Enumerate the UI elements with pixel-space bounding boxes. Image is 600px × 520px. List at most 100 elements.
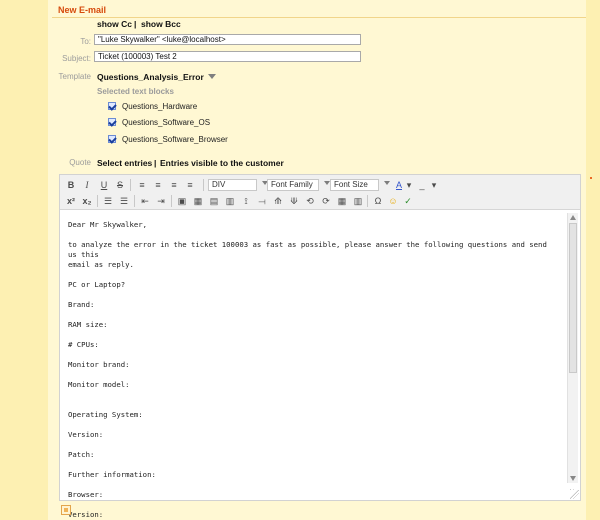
insert-column-icon[interactable]: ⟱ (288, 195, 300, 207)
editor-line: Monitor model: (68, 380, 130, 389)
spellcheck-icon[interactable]: ✓ (402, 195, 414, 207)
delete-column-icon[interactable]: ⟳ (320, 195, 332, 207)
attachment-icon[interactable] (61, 505, 71, 515)
superscript-button[interactable]: x² (66, 195, 76, 207)
checkbox[interactable] (108, 102, 116, 110)
text-block-label: Questions_Software_OS (122, 117, 211, 127)
underline-button[interactable]: U (99, 179, 109, 191)
editor-line: Brand: (68, 300, 95, 309)
table-props-icon[interactable]: ▦ (336, 195, 348, 207)
right-margin (586, 0, 600, 520)
chevron-down-icon[interactable] (208, 74, 216, 79)
bullet-list-icon[interactable]: ☰ (102, 195, 114, 207)
table-icon[interactable]: ▦ (192, 195, 204, 207)
editor-toolbar: B I U S ≡ ≡ ≡ ≡ DIV Font Family Font Siz… (60, 175, 580, 210)
indent-icon[interactable]: ⇥ (155, 195, 167, 207)
editor-line: Version: (68, 510, 104, 519)
editor-line: Monitor brand: (68, 360, 130, 369)
subscript-button[interactable]: x₂ (82, 195, 92, 207)
highlight-color-button[interactable]: _ (416, 179, 428, 191)
font-size-label: Font Size (334, 180, 368, 189)
editor-line: RAM size: (68, 320, 108, 329)
page-title: New E-mail (58, 5, 107, 15)
toolbar-separator (203, 179, 204, 191)
align-center-icon[interactable]: ≡ (152, 179, 164, 191)
align-left-icon[interactable]: ≡ (136, 179, 148, 191)
show-bcc-link[interactable]: show Bcc (141, 19, 181, 29)
quote-separator: | (154, 158, 157, 168)
resize-handle[interactable] (570, 489, 579, 499)
table-row-icon[interactable]: ▤ (208, 195, 220, 207)
text-block-item[interactable]: Questions_Software_OS (108, 116, 210, 128)
entries-visible-link[interactable]: Entries visible to the customer (160, 158, 284, 168)
title-divider (52, 17, 586, 18)
chevron-down-icon[interactable]: ▾ (431, 179, 437, 191)
omega-icon[interactable]: Ω (372, 195, 384, 207)
merge-cell-icon[interactable]: ⟞ (256, 195, 268, 207)
image-icon[interactable]: ▣ (176, 195, 188, 207)
text-block-label: Questions_Software_Browser (122, 134, 228, 144)
font-family-select[interactable]: Font Family (267, 179, 330, 191)
show-cc-link[interactable]: show Cc (97, 19, 132, 29)
chevron-down-icon[interactable]: ▾ (406, 179, 412, 191)
table-column-icon[interactable]: ▥ (224, 195, 236, 207)
text-color-button[interactable]: A (394, 179, 404, 191)
font-size-select[interactable]: Font Size (330, 179, 390, 191)
editor-scrollbar[interactable] (567, 213, 578, 483)
checkbox[interactable] (108, 118, 116, 126)
text-block-label: Questions_Hardware (122, 101, 198, 111)
editor-line: Dear Mr Skywalker, (68, 220, 148, 229)
quote-label: Quote (69, 158, 91, 167)
numbered-list-icon[interactable]: ☰ (118, 195, 130, 207)
editor-line: Browser: (68, 490, 104, 499)
text-block-item[interactable]: Questions_Hardware (108, 100, 197, 112)
toolbar-separator (130, 179, 131, 191)
editor-line: to analyze the error in the ticket 10000… (68, 240, 552, 259)
block-format-select[interactable]: DIV (208, 179, 268, 191)
editor-line: Version: (68, 430, 104, 439)
align-right-icon[interactable]: ≡ (168, 179, 180, 191)
insert-row-icon[interactable]: ⟰ (272, 195, 284, 207)
block-format-label: DIV (212, 180, 226, 189)
to-label: To: (80, 37, 91, 46)
editor-line: email as reply. (68, 260, 134, 269)
template-select[interactable]: Questions_Analysis_Error (97, 72, 204, 82)
editor-line: Patch: (68, 450, 95, 459)
text-block-item[interactable]: Questions_Software_Browser (108, 133, 228, 145)
bold-button[interactable]: B (66, 179, 76, 191)
italic-button[interactable]: I (82, 179, 92, 191)
left-margin (0, 0, 48, 520)
link-separator: | (134, 19, 137, 29)
split-cell-icon[interactable]: ⟟ (240, 195, 252, 207)
editor-line: Operating System: (68, 410, 143, 419)
table-delete-icon[interactable]: ▥ (352, 195, 364, 207)
template-label: Template (58, 72, 91, 81)
strikethrough-button[interactable]: S (115, 179, 125, 191)
rich-text-editor[interactable]: B I U S ≡ ≡ ≡ ≡ DIV Font Family Font Siz… (59, 174, 581, 519)
align-justify-icon[interactable]: ≡ (184, 179, 196, 191)
scroll-up-icon[interactable] (570, 215, 576, 220)
checkbox[interactable] (108, 135, 116, 143)
emoji-icon[interactable]: ☺ (387, 195, 399, 207)
to-field[interactable]: "Luke Skywalker" <luke@localhost> (94, 34, 361, 45)
delete-row-icon[interactable]: ⟲ (304, 195, 316, 207)
select-entries-link[interactable]: Select entries (97, 158, 152, 168)
outdent-icon[interactable]: ⇤ (139, 195, 151, 207)
editor-content[interactable]: Dear Mr Skywalker, to analyze the error … (68, 220, 553, 520)
scroll-thumb[interactable] (569, 223, 577, 373)
subject-field[interactable]: Ticket (100003) Test 2 (94, 51, 361, 62)
scroll-down-icon[interactable] (570, 476, 576, 481)
selected-text-blocks-label: Selected text blocks (97, 87, 174, 96)
